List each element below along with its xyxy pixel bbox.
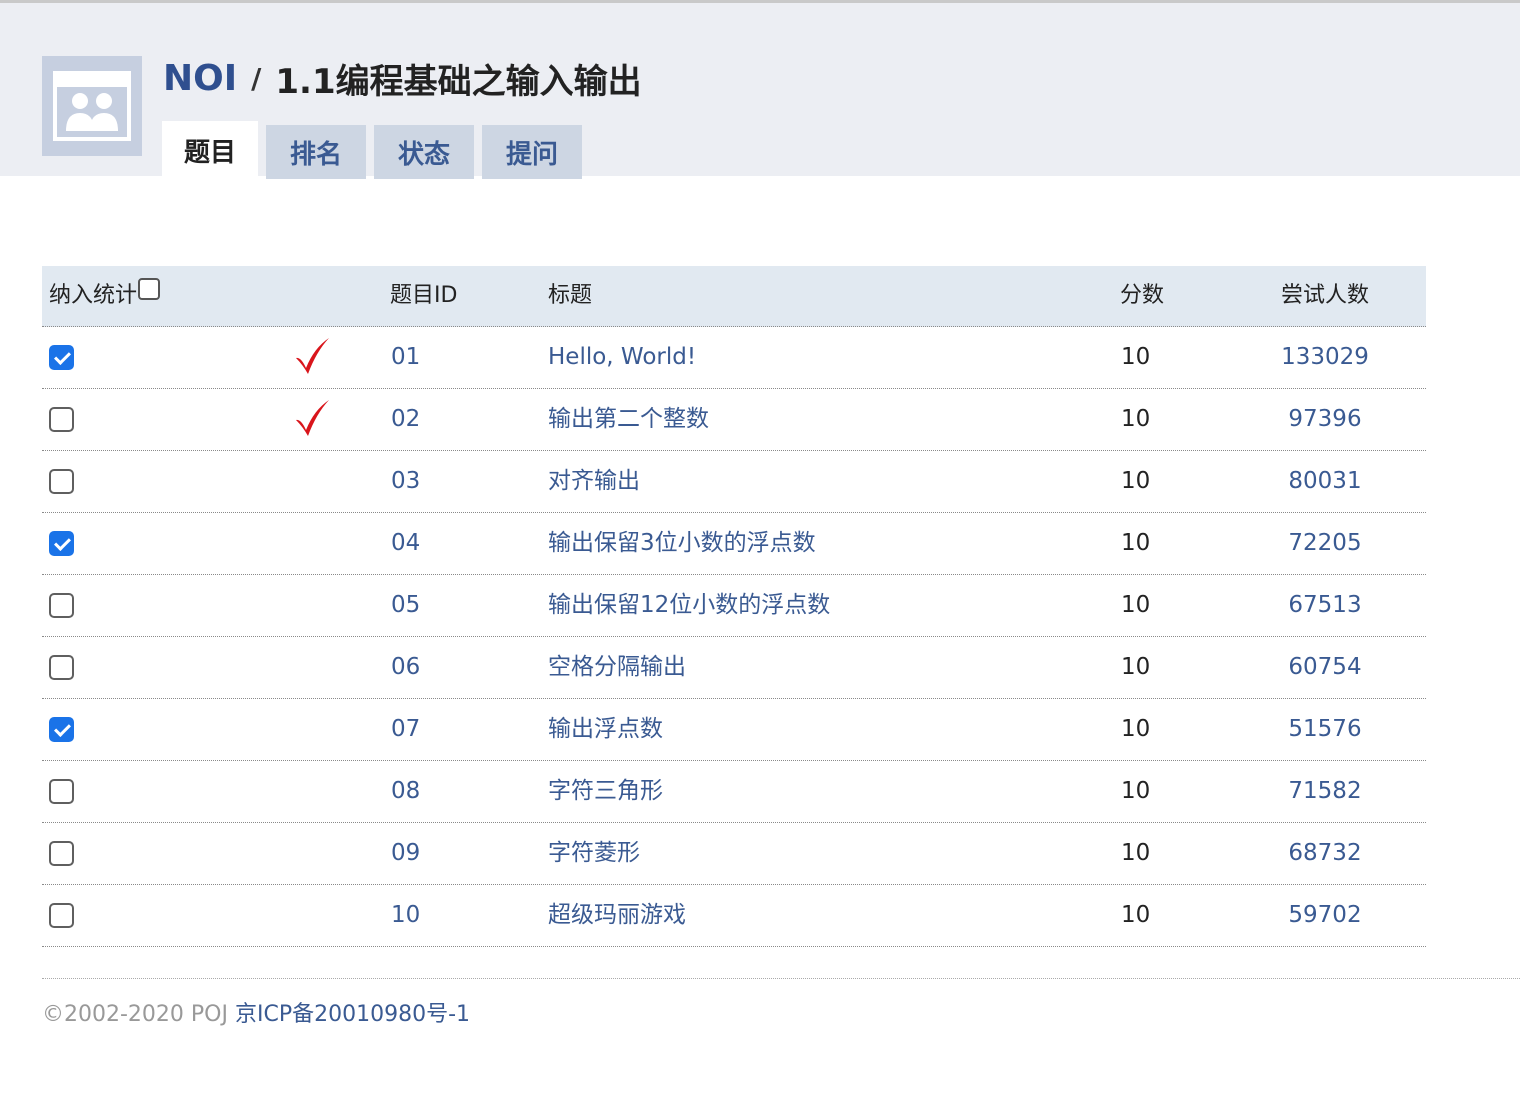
problem-score: 10 (1121, 344, 1151, 370)
problem-tries-link[interactable]: 72205 (1264, 513, 1386, 574)
problem-score: 10 (1121, 592, 1151, 618)
header-score: 分数 (1120, 283, 1165, 308)
group-header: NOI / 1.1编程基础之输入输出 题目 排名 状态 提问 (0, 3, 1520, 179)
problem-score: 10 (1121, 778, 1151, 804)
problem-title-link[interactable]: 输出保留3位小数的浮点数 (548, 513, 816, 574)
tab-problems[interactable]: 题目 (162, 121, 258, 179)
table-row: 08 字符三角形 10 71582 (42, 761, 1426, 823)
problem-id-link[interactable]: 06 (391, 637, 420, 698)
problem-id-link[interactable]: 04 (391, 513, 420, 574)
title-separator: / (251, 61, 262, 95)
include-checkbox[interactable] (49, 841, 74, 866)
problem-title-link[interactable]: 超级玛丽游戏 (548, 885, 686, 946)
table-row: 04 输出保留3位小数的浮点数 10 72205 (42, 513, 1426, 575)
include-checkbox[interactable] (49, 407, 74, 432)
tab-status[interactable]: 状态 (374, 125, 474, 179)
table-row: 02 输出第二个整数 10 97396 (42, 389, 1426, 451)
table-row: 01 Hello, World! 10 133029 (42, 327, 1426, 389)
footer-divider (42, 978, 1520, 979)
table-row: 09 字符菱形 10 68732 (42, 823, 1426, 885)
include-checkbox[interactable] (49, 593, 74, 618)
include-checkbox[interactable] (49, 717, 74, 742)
header-title: 标题 (548, 283, 593, 308)
problem-id-link[interactable]: 10 (391, 885, 420, 946)
problem-score: 10 (1121, 902, 1151, 928)
table-header: 纳入统计 题目ID 标题 分数 尝试人数 (42, 266, 1426, 327)
problem-tries-link[interactable]: 60754 (1264, 637, 1386, 698)
problem-title-link[interactable]: 对齐输出 (548, 451, 640, 512)
tab-ranking[interactable]: 排名 (266, 125, 366, 179)
problem-title-link[interactable]: 输出保留12位小数的浮点数 (548, 575, 830, 636)
header-tries: 尝试人数 (1280, 283, 1369, 308)
problem-tries-link[interactable]: 133029 (1264, 327, 1386, 388)
solved-check-icon (294, 399, 330, 441)
group-users-icon (42, 56, 142, 156)
include-checkbox[interactable] (49, 469, 74, 494)
header-include-label: 纳入统计 (49, 283, 138, 308)
problem-score: 10 (1121, 840, 1151, 866)
table-row: 05 输出保留12位小数的浮点数 10 67513 (42, 575, 1426, 637)
problem-tries-link[interactable]: 80031 (1264, 451, 1386, 512)
problem-id-link[interactable]: 02 (391, 389, 420, 450)
problem-id-link[interactable]: 08 (391, 761, 420, 822)
problem-title-link[interactable]: 输出浮点数 (548, 699, 663, 760)
org-link[interactable]: NOI (163, 58, 237, 99)
problem-tries-link[interactable]: 67513 (1264, 575, 1386, 636)
problem-title-link[interactable]: 字符三角形 (548, 761, 663, 822)
footer: ©2002-2020 POJ 京ICP备20010980号-1 (42, 996, 470, 1028)
problem-table: 纳入统计 题目ID 标题 分数 尝试人数 01 Hello, World! 10 13… (42, 266, 1426, 947)
header-id: 题目ID (390, 283, 458, 308)
page-title: NOI / 1.1编程基础之输入输出 (163, 56, 642, 102)
problem-tries-link[interactable]: 68732 (1264, 823, 1386, 884)
problem-score: 10 (1121, 654, 1151, 680)
header-include-cell: 纳入统计 (49, 266, 161, 326)
table-body: 01 Hello, World! 10 133029 02 输出第二个整数 10 97396 0… (42, 327, 1426, 947)
problem-id-link[interactable]: 01 (391, 327, 420, 388)
include-checkbox[interactable] (49, 531, 74, 556)
icp-link[interactable]: 京ICP备20010980号-1 (235, 1002, 470, 1027)
group-name: 1.1编程基础之输入输出 (275, 61, 642, 102)
include-checkbox[interactable] (49, 903, 74, 928)
include-checkbox[interactable] (49, 655, 74, 680)
problem-id-link[interactable]: 07 (391, 699, 420, 760)
include-checkbox[interactable] (49, 345, 74, 370)
problem-score: 10 (1121, 468, 1151, 494)
problem-title-link[interactable]: 字符菱形 (548, 823, 640, 884)
copyright-text: ©2002-2020 POJ (42, 1002, 228, 1027)
problem-title-link[interactable]: 输出第二个整数 (548, 389, 709, 450)
table-row: 06 空格分隔输出 10 60754 (42, 637, 1426, 699)
problem-tries-link[interactable]: 97396 (1264, 389, 1386, 450)
problem-score: 10 (1121, 406, 1151, 432)
tab-questions[interactable]: 提问 (482, 125, 582, 179)
problem-id-link[interactable]: 03 (391, 451, 420, 512)
problem-tries-link[interactable]: 71582 (1264, 761, 1386, 822)
problem-score: 10 (1121, 530, 1151, 556)
problem-title-link[interactable]: Hello, World! (548, 327, 696, 388)
problem-score: 10 (1121, 716, 1151, 742)
solved-check-icon (294, 337, 330, 379)
table-row: 10 超级玛丽游戏 10 59702 (42, 885, 1426, 947)
problem-tries-link[interactable]: 51576 (1264, 699, 1386, 760)
select-all-checkbox[interactable] (138, 278, 161, 300)
problem-id-link[interactable]: 09 (391, 823, 420, 884)
table-row: 07 输出浮点数 10 51576 (42, 699, 1426, 761)
table-row: 03 对齐输出 10 80031 (42, 451, 1426, 513)
include-checkbox[interactable] (49, 779, 74, 804)
problem-title-link[interactable]: 空格分隔输出 (548, 637, 686, 698)
problem-tries-link[interactable]: 59702 (1264, 885, 1386, 946)
problem-id-link[interactable]: 05 (391, 575, 420, 636)
